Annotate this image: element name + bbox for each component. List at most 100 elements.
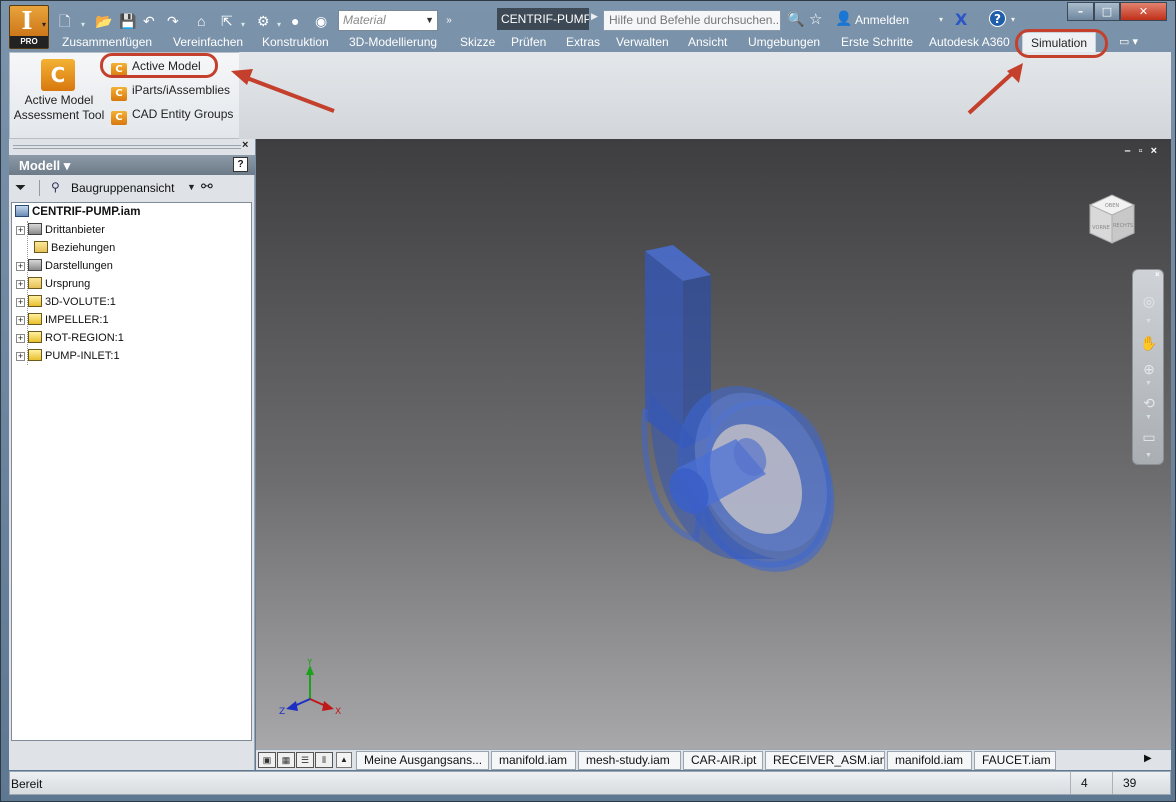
viewcube[interactable]: OBEN VORNE RECHTS — [1082, 189, 1142, 249]
minimize-button[interactable]: – — [1067, 2, 1094, 21]
appearance-icon[interactable]: ◉ — [315, 11, 327, 31]
steering-wheel-icon[interactable]: ◎ — [1140, 292, 1158, 310]
status-bar: Bereit 4 39 — [9, 771, 1171, 795]
tile-vertical-icon[interactable]: ⫴ — [315, 752, 333, 768]
pan-hand-icon[interactable]: ✋ — [1140, 334, 1158, 352]
tab-ansicht[interactable]: Ansicht — [688, 32, 727, 52]
color-override-icon[interactable]: ● — [291, 11, 299, 31]
material-select[interactable]: Material ▼ — [338, 10, 438, 31]
close-button[interactable]: ✕ — [1120, 2, 1167, 21]
tree-item-label: Darstellungen — [45, 260, 113, 272]
close-icon[interactable]: × — [242, 139, 248, 151]
browser-help-icon[interactable]: ? — [233, 157, 248, 172]
tile-windows-icon[interactable]: ▦ — [277, 752, 295, 768]
help-search-input[interactable]: Hilfe und Befehle durchsuchen... — [603, 10, 781, 31]
tab-extras[interactable]: Extras — [566, 32, 600, 52]
status-count-occurrences: 4 — [1070, 772, 1112, 794]
expand-icon[interactable]: + — [16, 262, 25, 271]
tab-verwalten[interactable]: Verwalten — [616, 32, 669, 52]
document-tab[interactable]: mesh-study.iam — [578, 751, 681, 770]
iparts-iassemblies-button[interactable]: CiParts/iAssemblies — [111, 81, 230, 101]
expand-icon[interactable]: + — [16, 352, 25, 361]
tab-vereinfachen[interactable]: Vereinfachen — [173, 32, 243, 52]
help-icon[interactable]: ? — [989, 10, 1006, 27]
tree-item-label: Drittanbieter — [45, 224, 105, 236]
tab-pruefen[interactable]: Prüfen — [511, 32, 546, 52]
ribbon-options-icon[interactable]: ▭ ▾ — [1119, 35, 1138, 48]
browser-title-menu[interactable]: Modell ▾ — [19, 158, 70, 174]
tab-erste-schritte[interactable]: Erste Schritte — [841, 32, 913, 52]
project-icon[interactable]: ⚙ — [257, 11, 270, 31]
tab-umgebungen[interactable]: Umgebungen — [748, 32, 820, 52]
expand-icon[interactable]: + — [16, 316, 25, 325]
active-model-assessment-icon[interactable]: C — [41, 59, 75, 91]
document-tab[interactable]: FAUCET.iam — [974, 751, 1056, 770]
tab-konstruktion[interactable]: Konstruktion — [262, 32, 329, 52]
tree-item-darstellungen[interactable]: + Darstellungen — [16, 257, 113, 275]
maximize-button[interactable]: □ — [1094, 2, 1120, 21]
chevron-down-icon[interactable]: ▼ — [187, 182, 196, 192]
save-icon[interactable]: 💾 — [119, 11, 136, 31]
tab-skizze[interactable]: Skizze — [460, 32, 495, 52]
tree-item-drittanbieter[interactable]: + Drittanbieter — [16, 221, 105, 239]
tree-item-impeller[interactable]: + IMPELLER:1 — [16, 311, 109, 329]
cad-entity-groups-button[interactable]: C CAD Entity Groups — [111, 105, 233, 125]
graphics-viewport[interactable]: –▫× OBEN VORNE RECHTS × ◎ ▼ ✋ ⊕ ▼ ⟲ ▼ ▭ … — [256, 139, 1171, 749]
document-tab[interactable]: manifold.iam — [491, 751, 576, 770]
chevron-down-icon[interactable]: ▼ — [1145, 452, 1152, 459]
document-list-up-icon[interactable]: ▲ — [336, 752, 352, 768]
undo-icon[interactable]: ↶ — [143, 11, 155, 31]
chevron-down-icon[interactable]: ▼ — [1145, 414, 1152, 421]
favorites-star-icon[interactable]: ☆ — [809, 10, 822, 28]
chevron-down-icon[interactable]: ▾ — [1011, 15, 1015, 24]
assembly-view-select[interactable]: Baugruppenansicht — [71, 181, 174, 195]
chevron-down-icon[interactable]: ▼ — [1145, 380, 1152, 387]
tree-item-rot-region[interactable]: + ROT-REGION:1 — [16, 329, 124, 347]
expand-icon[interactable]: + — [16, 334, 25, 343]
ribbon-empty-area — [239, 52, 1171, 139]
document-tab[interactable]: Meine Ausgangsans... — [356, 751, 489, 770]
orbit-icon[interactable]: ⟲ — [1140, 394, 1158, 412]
document-tab[interactable]: CAR-AIR.ipt — [683, 751, 763, 770]
cascade-windows-icon[interactable]: ▣ — [258, 752, 276, 768]
tree-item-ursprung[interactable]: + Ursprung — [16, 275, 90, 293]
tree-item-pump-inlet[interactable]: + PUMP-INLET:1 — [16, 347, 120, 365]
active-model-assessment-button[interactable]: Active Model Assessment Tool — [13, 93, 105, 123]
expand-icon[interactable]: + — [16, 226, 25, 235]
chevron-down-icon[interactable]: ▾ — [939, 15, 943, 24]
document-tab[interactable]: manifold.iam — [887, 751, 972, 770]
search-icon[interactable]: 🔍 — [787, 11, 804, 28]
tile-horizontal-icon[interactable]: ☰ — [296, 752, 314, 768]
chevron-down-icon[interactable]: ▼ — [1145, 318, 1152, 325]
document-tab[interactable]: RECEIVER_ASM.iam — [765, 751, 885, 770]
tab-autodesk-a360[interactable]: Autodesk A360 — [929, 32, 1010, 52]
browser-title-strip: × — [9, 139, 255, 155]
tree-root-item[interactable]: CENTRIF-PUMP.iam — [15, 203, 140, 221]
tab-zusammenfuegen[interactable]: Zusammenfügen — [62, 32, 152, 52]
close-icon[interactable]: × — [1155, 270, 1160, 279]
home-icon[interactable]: ⌂ — [197, 11, 205, 31]
scroll-tabs-right-icon[interactable]: ▶ — [1144, 753, 1152, 764]
autodesk-exchange-icon[interactable]: X — [955, 10, 967, 29]
tab-3d-modellierung[interactable]: 3D-Modellierung — [349, 32, 437, 52]
look-at-icon[interactable]: ▭ — [1140, 428, 1158, 446]
status-count-documents: 39 — [1112, 772, 1170, 794]
tree-item-3d-volute[interactable]: +3D-VOLUTE:1 — [16, 293, 116, 311]
redo-icon[interactable]: ↷ — [167, 11, 179, 31]
browser-grip[interactable] — [13, 145, 241, 149]
sign-in-link[interactable]: Anmelden — [855, 13, 909, 27]
zoom-icon[interactable]: ⊕ — [1140, 360, 1158, 378]
chevron-right-icon[interactable]: ▶ — [591, 11, 598, 22]
tree-item-beziehungen[interactable]: Beziehungen — [28, 239, 115, 257]
more-commands-icon[interactable]: » — [441, 10, 457, 31]
new-file-icon[interactable]: 🗋 — [59, 11, 70, 31]
filter-icon[interactable]: ⏷ — [15, 179, 26, 196]
assembly-view-icon: ⚲ — [51, 180, 60, 194]
expand-icon[interactable]: + — [16, 298, 25, 307]
pump-model[interactable] — [256, 139, 1171, 749]
browser-toolbar: ⏷ ⚲ Baugruppenansicht ▼ ⚯ — [9, 175, 255, 200]
find-binoculars-icon[interactable]: ⚯ — [201, 178, 213, 195]
expand-icon[interactable]: + — [16, 280, 25, 289]
return-icon[interactable]: ⇱ — [221, 11, 233, 31]
open-folder-icon[interactable]: 📂 — [95, 11, 112, 31]
